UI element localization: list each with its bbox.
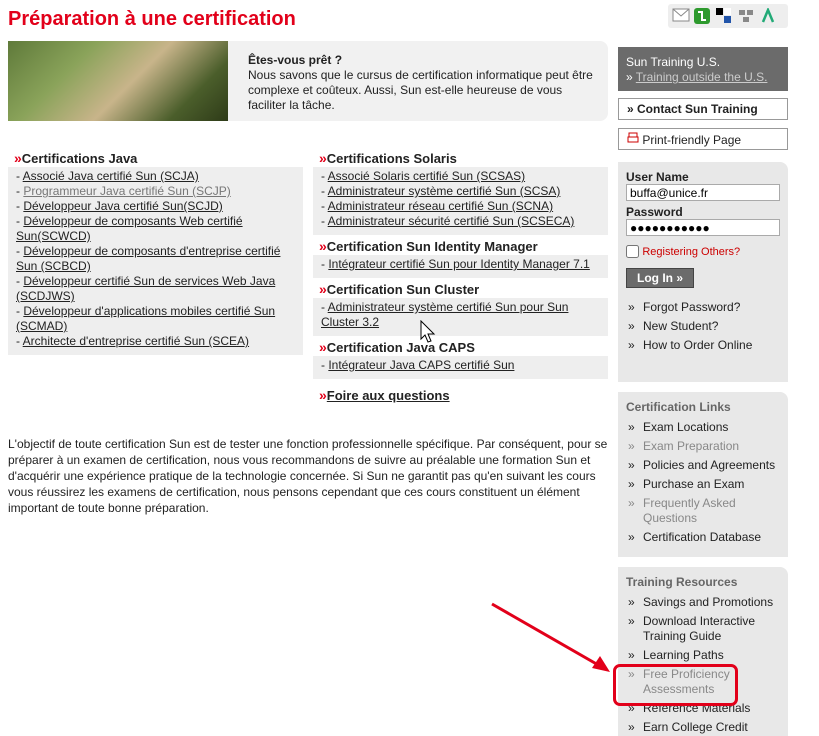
sidebar-link[interactable]: How to Order Online bbox=[626, 338, 780, 353]
network-icon[interactable] bbox=[738, 8, 756, 24]
certification-link[interactable]: Associé Java certifié Sun (SCJA) bbox=[23, 169, 199, 183]
cluster-list: - Administrateur système certifié Sun po… bbox=[313, 298, 608, 336]
contact-label: Contact Sun Training bbox=[637, 102, 758, 116]
password-label: Password bbox=[626, 205, 683, 219]
identity-list: - Intégrateur certifié Sun pour Identity… bbox=[313, 255, 608, 278]
sidebar-link[interactable]: Certification Database bbox=[626, 530, 780, 545]
certification-link[interactable]: Développeur de composants Web certifié S… bbox=[16, 214, 243, 243]
certification-link[interactable]: Associé Solaris certifié Sun (SCSAS) bbox=[328, 169, 525, 183]
region-panel: Sun Training U.S. » Training outside the… bbox=[618, 47, 788, 91]
certification-item: - Développeur de composants Web certifié… bbox=[16, 214, 243, 243]
training-heading: Training Resources bbox=[626, 575, 738, 589]
caps-heading: Certification Java CAPS bbox=[326, 340, 475, 355]
sidebar-link[interactable]: Forgot Password? bbox=[626, 300, 780, 315]
sidebar-link[interactable]: Purchase an Exam bbox=[626, 477, 780, 492]
certification-link[interactable]: Architecte d'entreprise certifié Sun (SC… bbox=[23, 334, 249, 348]
certification-item: - Intégrateur certifié Sun pour Identity… bbox=[321, 257, 590, 271]
printer-icon bbox=[627, 132, 639, 147]
certification-link[interactable]: Développeur d'applications mobiles certi… bbox=[16, 304, 275, 333]
cert-links-heading: Certification Links bbox=[626, 400, 731, 414]
intro-paragraph: L'objectif de toute certification Sun es… bbox=[8, 437, 608, 515]
solaris-heading: Certifications Solaris bbox=[326, 151, 457, 166]
hero-text: Nous savons que le cursus de certificati… bbox=[248, 68, 593, 112]
certification-item: - Administrateur sécurité certifié Sun (… bbox=[321, 214, 575, 228]
other-certifications: »Certifications Solaris - Associé Solari… bbox=[313, 150, 608, 404]
login-button[interactable]: Log In » bbox=[626, 268, 694, 289]
java-heading: Certifications Java bbox=[21, 151, 138, 166]
caps-list: - Intégrateur Java CAPS certifié Sun bbox=[313, 356, 608, 379]
certification-link[interactable]: Développeur Java certifié Sun(SCJD) bbox=[23, 199, 222, 213]
certification-item: - Administrateur système certifié Sun po… bbox=[321, 300, 569, 329]
sidebar-link[interactable]: Download Interactive Training Guide bbox=[626, 614, 780, 644]
contact-button[interactable]: » Contact Sun Training bbox=[618, 98, 788, 120]
region-title: Sun Training U.S. bbox=[626, 55, 721, 69]
page-title: Préparation à une certification bbox=[8, 8, 296, 30]
certification-item: - Développeur d'applications mobiles cer… bbox=[16, 304, 276, 333]
java-list: - Associé Java certifié Sun (SCJA) - Prog… bbox=[8, 167, 303, 355]
bookmark-icon[interactable] bbox=[716, 8, 734, 24]
highlight-box bbox=[613, 664, 738, 706]
email-icon[interactable] bbox=[672, 8, 690, 24]
hero-heading: Êtes-vous prêt ? bbox=[248, 53, 343, 67]
login-panel: User Name Password Registering Others? L… bbox=[618, 162, 788, 382]
certification-link[interactable]: Administrateur sécurité certifié Sun (SC… bbox=[328, 214, 575, 228]
certification-link[interactable]: Développeur de composants d'entreprise c… bbox=[16, 244, 280, 273]
sidebar-link[interactable]: Savings and Promotions bbox=[626, 595, 780, 610]
certification-item: - Programmeur Java certifié Sun (SCJP) bbox=[16, 184, 231, 198]
hikers-photo bbox=[8, 41, 228, 121]
sidebar-link[interactable]: Policies and Agreements bbox=[626, 458, 780, 473]
sidebar-link[interactable]: Exam Preparation bbox=[626, 439, 780, 454]
training-resources-panel: Training Resources Savings and Promotion… bbox=[618, 567, 788, 736]
region-link[interactable]: Training outside the U.S. bbox=[636, 70, 768, 84]
certification-item: - Développeur certifié Sun de services W… bbox=[16, 274, 276, 303]
certification-link[interactable]: Intégrateur certifié Sun pour Identity M… bbox=[328, 257, 590, 271]
share-icon[interactable] bbox=[694, 8, 712, 24]
certification-item: - Architecte d'entreprise certifié Sun (… bbox=[16, 334, 250, 348]
certification-link[interactable]: Programmeur Java certifié Sun (SCJP) bbox=[23, 184, 230, 198]
certification-link[interactable]: Administrateur réseau certifié Sun (SCNA… bbox=[328, 199, 553, 213]
certification-item: - Administrateur réseau certifié Sun (SC… bbox=[321, 199, 554, 213]
certification-link[interactable]: Administrateur système certifié Sun (SCS… bbox=[328, 184, 561, 198]
sidebar-link[interactable]: Earn College Credit bbox=[626, 720, 780, 735]
registering-checkbox[interactable] bbox=[626, 245, 639, 259]
digg-icon[interactable] bbox=[760, 6, 778, 24]
username-input[interactable] bbox=[626, 184, 780, 201]
sidebar-link[interactable]: Frequently Asked Questions bbox=[626, 496, 780, 526]
cluster-heading: Certification Sun Cluster bbox=[326, 282, 480, 297]
certification-item: - Développeur Java certifié Sun(SCJD) bbox=[16, 199, 223, 213]
certification-item: - Intégrateur Java CAPS certifié Sun bbox=[321, 358, 515, 372]
solaris-list: - Associé Solaris certifié Sun (SCSAS) - … bbox=[313, 167, 608, 235]
sidebar-link[interactable]: New Student? bbox=[626, 319, 780, 334]
certification-item: - Développeur de composants d'entreprise… bbox=[16, 244, 281, 273]
certification-links-panel: Certification Links Exam Locations Exam P… bbox=[618, 392, 788, 557]
mouse-cursor-icon bbox=[420, 320, 436, 343]
identity-heading: Certification Sun Identity Manager bbox=[326, 239, 538, 254]
certification-link[interactable]: Intégrateur Java CAPS certifié Sun bbox=[328, 358, 514, 372]
password-input[interactable] bbox=[626, 219, 780, 236]
share-toolbar bbox=[668, 4, 788, 28]
java-certifications: »Certifications Java - Associé Java cert… bbox=[8, 150, 303, 355]
certification-item: - Associé Java certifié Sun (SCJA) bbox=[16, 169, 199, 183]
hero-banner: Êtes-vous prêt ? Nous savons que le curs… bbox=[8, 41, 608, 121]
print-label: Print-friendly Page bbox=[642, 133, 742, 147]
registering-label: Registering Others? bbox=[642, 246, 741, 258]
red-arrow-icon bbox=[491, 602, 610, 672]
certification-item: - Administrateur système certifié Sun (S… bbox=[321, 184, 561, 198]
certification-link[interactable]: Développeur certifié Sun de services Web… bbox=[16, 274, 275, 303]
sidebar-link[interactable]: Learning Paths bbox=[626, 648, 780, 663]
print-button[interactable]: Print-friendly Page bbox=[618, 128, 788, 150]
faq-link[interactable]: Foire aux questions bbox=[327, 388, 450, 403]
sidebar-link[interactable]: Exam Locations bbox=[626, 420, 780, 435]
user-label: User Name bbox=[626, 170, 689, 184]
certification-item: - Associé Solaris certifié Sun (SCSAS) bbox=[321, 169, 526, 183]
certification-link[interactable]: Administrateur système certifié Sun pour… bbox=[321, 300, 568, 329]
